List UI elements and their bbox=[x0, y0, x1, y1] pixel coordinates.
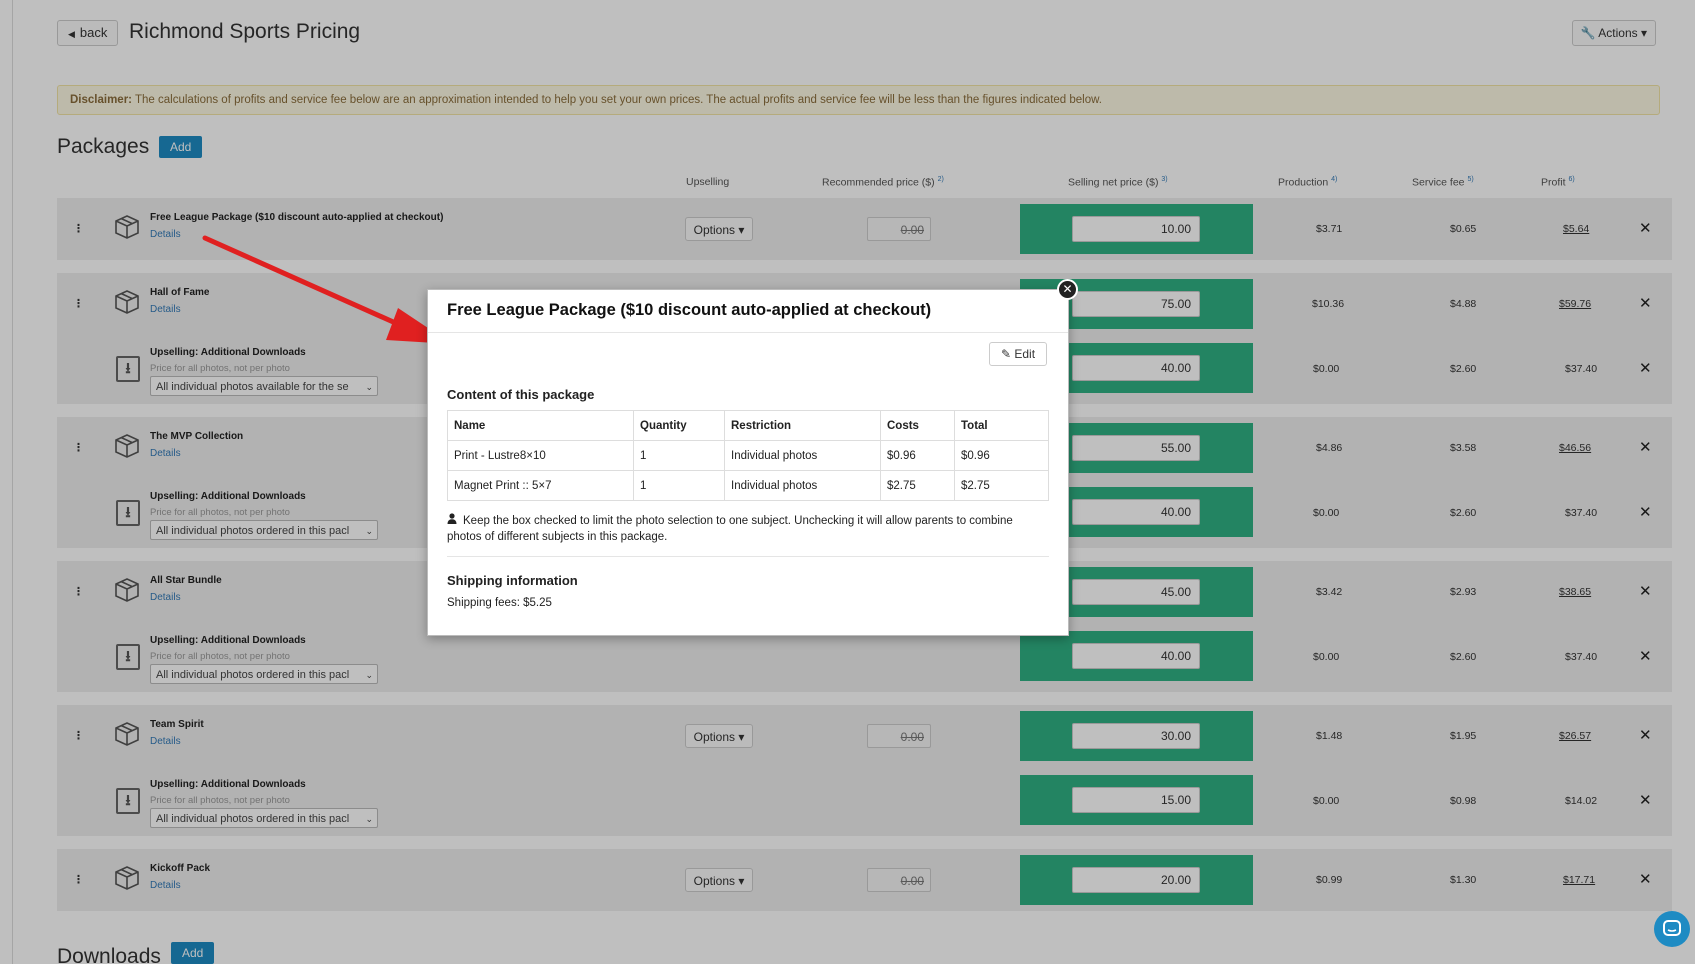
table-cell: Individual photos bbox=[724, 470, 881, 501]
table-row: Magnet Print :: 5×7 1 Individual photos … bbox=[447, 470, 1049, 501]
table-header: Name bbox=[447, 410, 634, 441]
shipping-fees: Shipping fees: $5.25 bbox=[447, 597, 552, 609]
package-details-modal: Free League Package ($10 discount auto-a… bbox=[427, 279, 1078, 636]
table-cell: $0.96 bbox=[954, 440, 1049, 471]
modal-header: Free League Package ($10 discount auto-a… bbox=[428, 279, 1078, 333]
content-heading: Content of this package bbox=[447, 387, 595, 402]
table-cell: $2.75 bbox=[954, 470, 1049, 501]
chat-icon bbox=[1663, 920, 1681, 936]
table-header: Costs bbox=[880, 410, 955, 441]
table-cell: 1 bbox=[633, 470, 725, 501]
table-cell: Print - Lustre8×10 bbox=[447, 440, 634, 471]
close-icon[interactable]: ✕ bbox=[1057, 279, 1078, 300]
user-icon bbox=[447, 513, 457, 524]
edit-button[interactable]: ✎ Edit bbox=[989, 342, 1047, 366]
table-header: Restriction bbox=[724, 410, 881, 441]
table-cell: $0.96 bbox=[880, 440, 955, 471]
divider bbox=[447, 556, 1049, 557]
table-header: Total bbox=[954, 410, 1049, 441]
chat-widget-button[interactable] bbox=[1654, 911, 1690, 947]
subject-restriction-note: Keep the box checked to limit the photo … bbox=[447, 513, 1013, 543]
shipping-heading: Shipping information bbox=[447, 573, 578, 588]
edit-icon: ✎ bbox=[1000, 347, 1012, 361]
table-header: Quantity bbox=[633, 410, 725, 441]
modal-title: Free League Package ($10 discount auto-a… bbox=[447, 301, 932, 319]
table-cell: $2.75 bbox=[880, 470, 955, 501]
table-row: Print - Lustre8×10 1 Individual photos $… bbox=[447, 440, 1049, 471]
table-cell: 1 bbox=[633, 440, 725, 471]
package-content-table: Name Quantity Restriction Costs Total Pr… bbox=[447, 410, 1049, 501]
table-cell: Magnet Print :: 5×7 bbox=[447, 470, 634, 501]
table-header-row: Name Quantity Restriction Costs Total bbox=[447, 410, 1049, 441]
table-cell: Individual photos bbox=[724, 440, 881, 471]
